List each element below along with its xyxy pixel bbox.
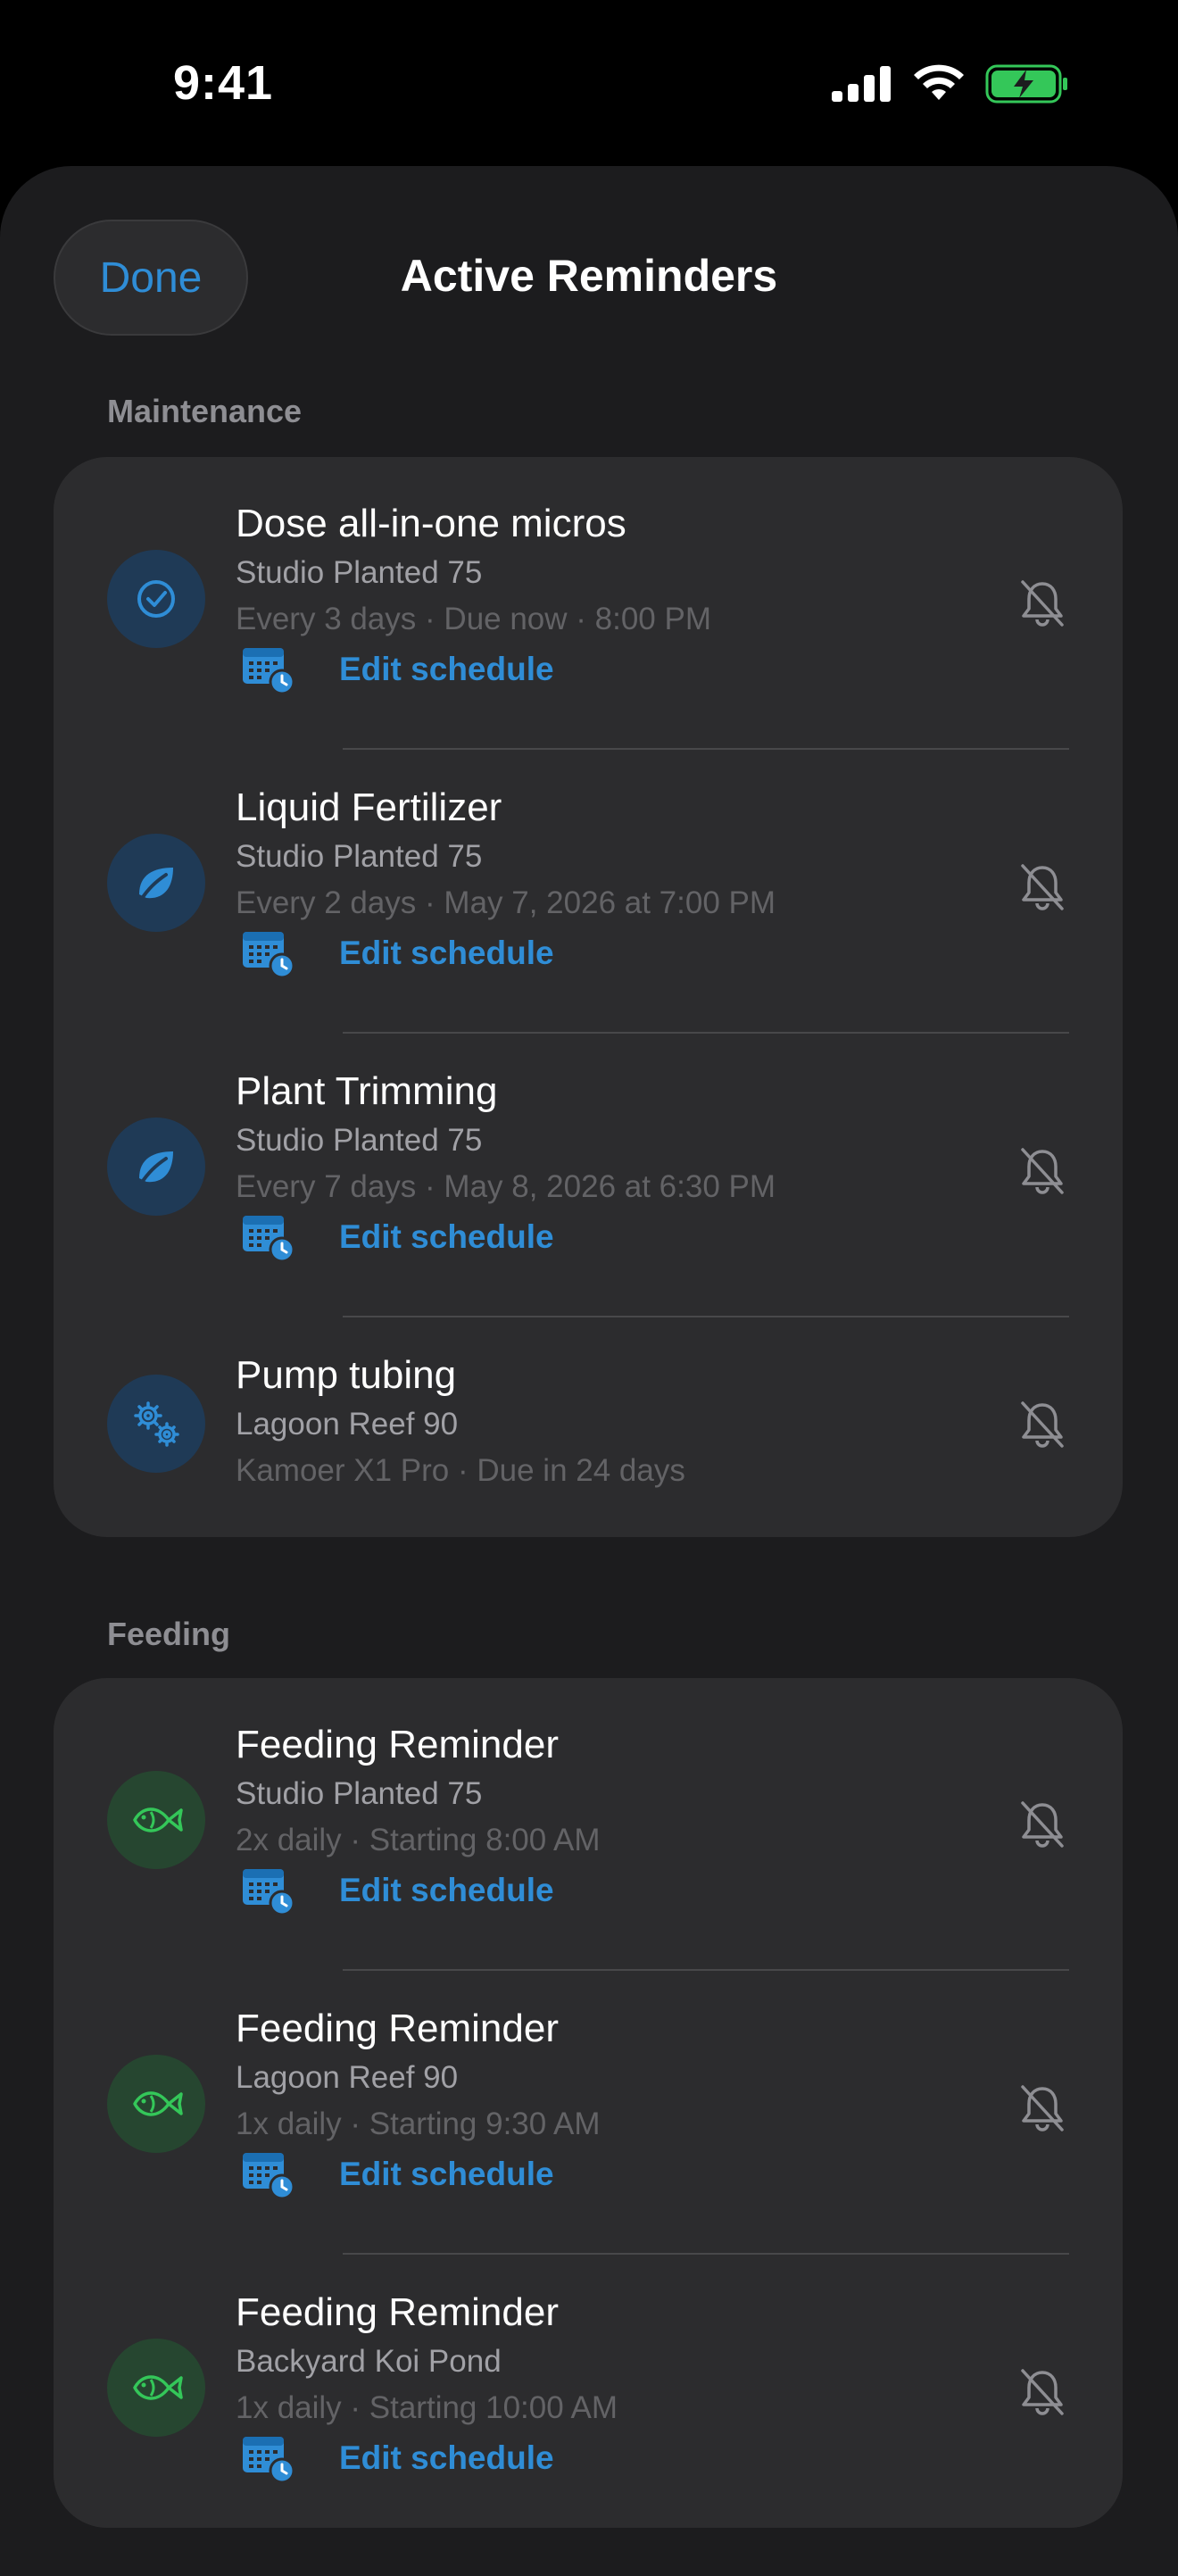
reminder-title: Feeding Reminder [236,2007,559,2050]
reminder-title: Plant Trimming [236,1069,498,1113]
status-icons [832,64,1069,104]
edit-schedule-button[interactable]: Edit schedule [241,1212,554,1262]
reminder-detail: 1x daily · Starting 9:30 AM [236,2107,601,2141]
bell-slash-icon[interactable] [1016,1398,1069,1451]
reminder-tank: Lagoon Reef 90 [236,1407,459,1442]
section-header-maintenance: Maintenance [107,393,303,429]
reminder-tank: Studio Planted 75 [236,839,483,874]
calendar-clock-icon [243,932,294,978]
reminder-title: Feeding Reminder [236,2290,559,2334]
row-divider [343,2253,1069,2255]
edit-schedule-label: Edit schedule [339,1218,554,1255]
section-header-feeding: Feeding [107,1616,231,1652]
row-divider [343,1969,1069,1971]
reminder-tank: Studio Planted 75 [236,555,483,590]
edit-schedule-label: Edit schedule [339,1872,554,1908]
reminder-tank: Lagoon Reef 90 [236,2060,459,2095]
calendar-clock-icon [243,648,294,694]
edit-schedule-label: Edit schedule [339,935,554,971]
row-divider [343,748,1069,750]
checkmark-circle-icon [107,550,205,648]
reminder-detail: Every 2 days · May 7, 2026 at 7:00 PM [236,885,776,920]
maintenance-card: Dose all-in-one micros Studio Planted 75… [54,457,1123,1537]
bell-slash-icon[interactable] [1016,860,1069,914]
reminder-tank: Studio Planted 75 [236,1776,483,1811]
battery-charging-icon [985,64,1067,104]
fish-icon [107,2055,205,2153]
reminder-detail: 1x daily · Starting 10:00 AM [236,2390,618,2425]
fish-icon [107,2339,205,2437]
calendar-clock-icon [243,1869,294,1915]
reminder-tank: Backyard Koi Pond [236,2344,502,2379]
bell-slash-icon[interactable] [1016,2082,1069,2135]
edit-schedule-button[interactable]: Edit schedule [241,2433,554,2483]
reminder-detail: Every 3 days · Due now · 8:00 PM [236,602,711,636]
reminder-title: Liquid Fertilizer [236,785,502,829]
bell-slash-icon[interactable] [1016,2365,1069,2419]
reminder-row[interactable]: Liquid Fertilizer Studio Planted 75 Ever… [54,785,1123,1026]
leaf-icon [107,1118,205,1216]
reminder-row[interactable]: Feeding Reminder Lagoon Reef 90 1x daily… [54,2007,1123,2248]
reminder-detail: Kamoer X1 Pro · Due in 24 days [236,1453,685,1488]
fish-icon [107,1771,205,1869]
reminder-row[interactable]: Feeding Reminder Studio Planted 75 2x da… [54,1723,1123,1964]
reminders-sheet: Done Active Reminders Maintenance Dose a… [0,166,1178,2576]
reminder-row[interactable]: Plant Trimming Studio Planted 75 Every 7… [54,1069,1123,1310]
reminder-title: Dose all-in-one micros [236,502,626,545]
calendar-clock-icon [243,2437,294,2483]
reminder-title: Pump tubing [236,1353,457,1397]
bell-slash-icon[interactable] [1016,1144,1069,1198]
edit-schedule-label: Edit schedule [339,2156,554,2192]
reminder-title: Feeding Reminder [236,1723,559,1766]
edit-schedule-button[interactable]: Edit schedule [241,644,554,694]
edit-schedule-label: Edit schedule [339,2439,554,2476]
status-time: 9:41 [173,56,274,110]
gears-icon [107,1375,205,1473]
edit-schedule-button[interactable]: Edit schedule [241,2149,554,2199]
reminder-detail: 2x daily · Starting 8:00 AM [236,1823,601,1857]
reminder-row[interactable]: Pump tubing Lagoon Reef 90 Kamoer X1 Pro… [54,1353,1123,1514]
row-divider [343,1316,1069,1317]
bell-slash-icon[interactable] [1016,1798,1069,1851]
cellular-signal-icon [832,66,891,102]
wifi-icon [914,64,964,100]
row-divider [343,1032,1069,1034]
feeding-card: Feeding Reminder Studio Planted 75 2x da… [54,1678,1123,2528]
leaf-icon [107,834,205,932]
page-title: Active Reminders [400,251,778,301]
edit-schedule-label: Edit schedule [339,651,554,687]
reminder-row[interactable]: Dose all-in-one micros Studio Planted 75… [54,502,1123,743]
calendar-clock-icon [243,1216,294,1262]
reminder-row[interactable]: Feeding Reminder Backyard Koi Pond 1x da… [54,2290,1123,2505]
reminder-tank: Studio Planted 75 [236,1123,483,1158]
edit-schedule-button[interactable]: Edit schedule [241,1866,554,1915]
reminder-detail: Every 7 days · May 8, 2026 at 6:30 PM [236,1169,776,1204]
status-bar: 9:41 [0,0,1178,166]
bell-slash-icon[interactable] [1016,577,1069,630]
calendar-clock-icon [243,2153,294,2199]
edit-schedule-button[interactable]: Edit schedule [241,928,554,978]
